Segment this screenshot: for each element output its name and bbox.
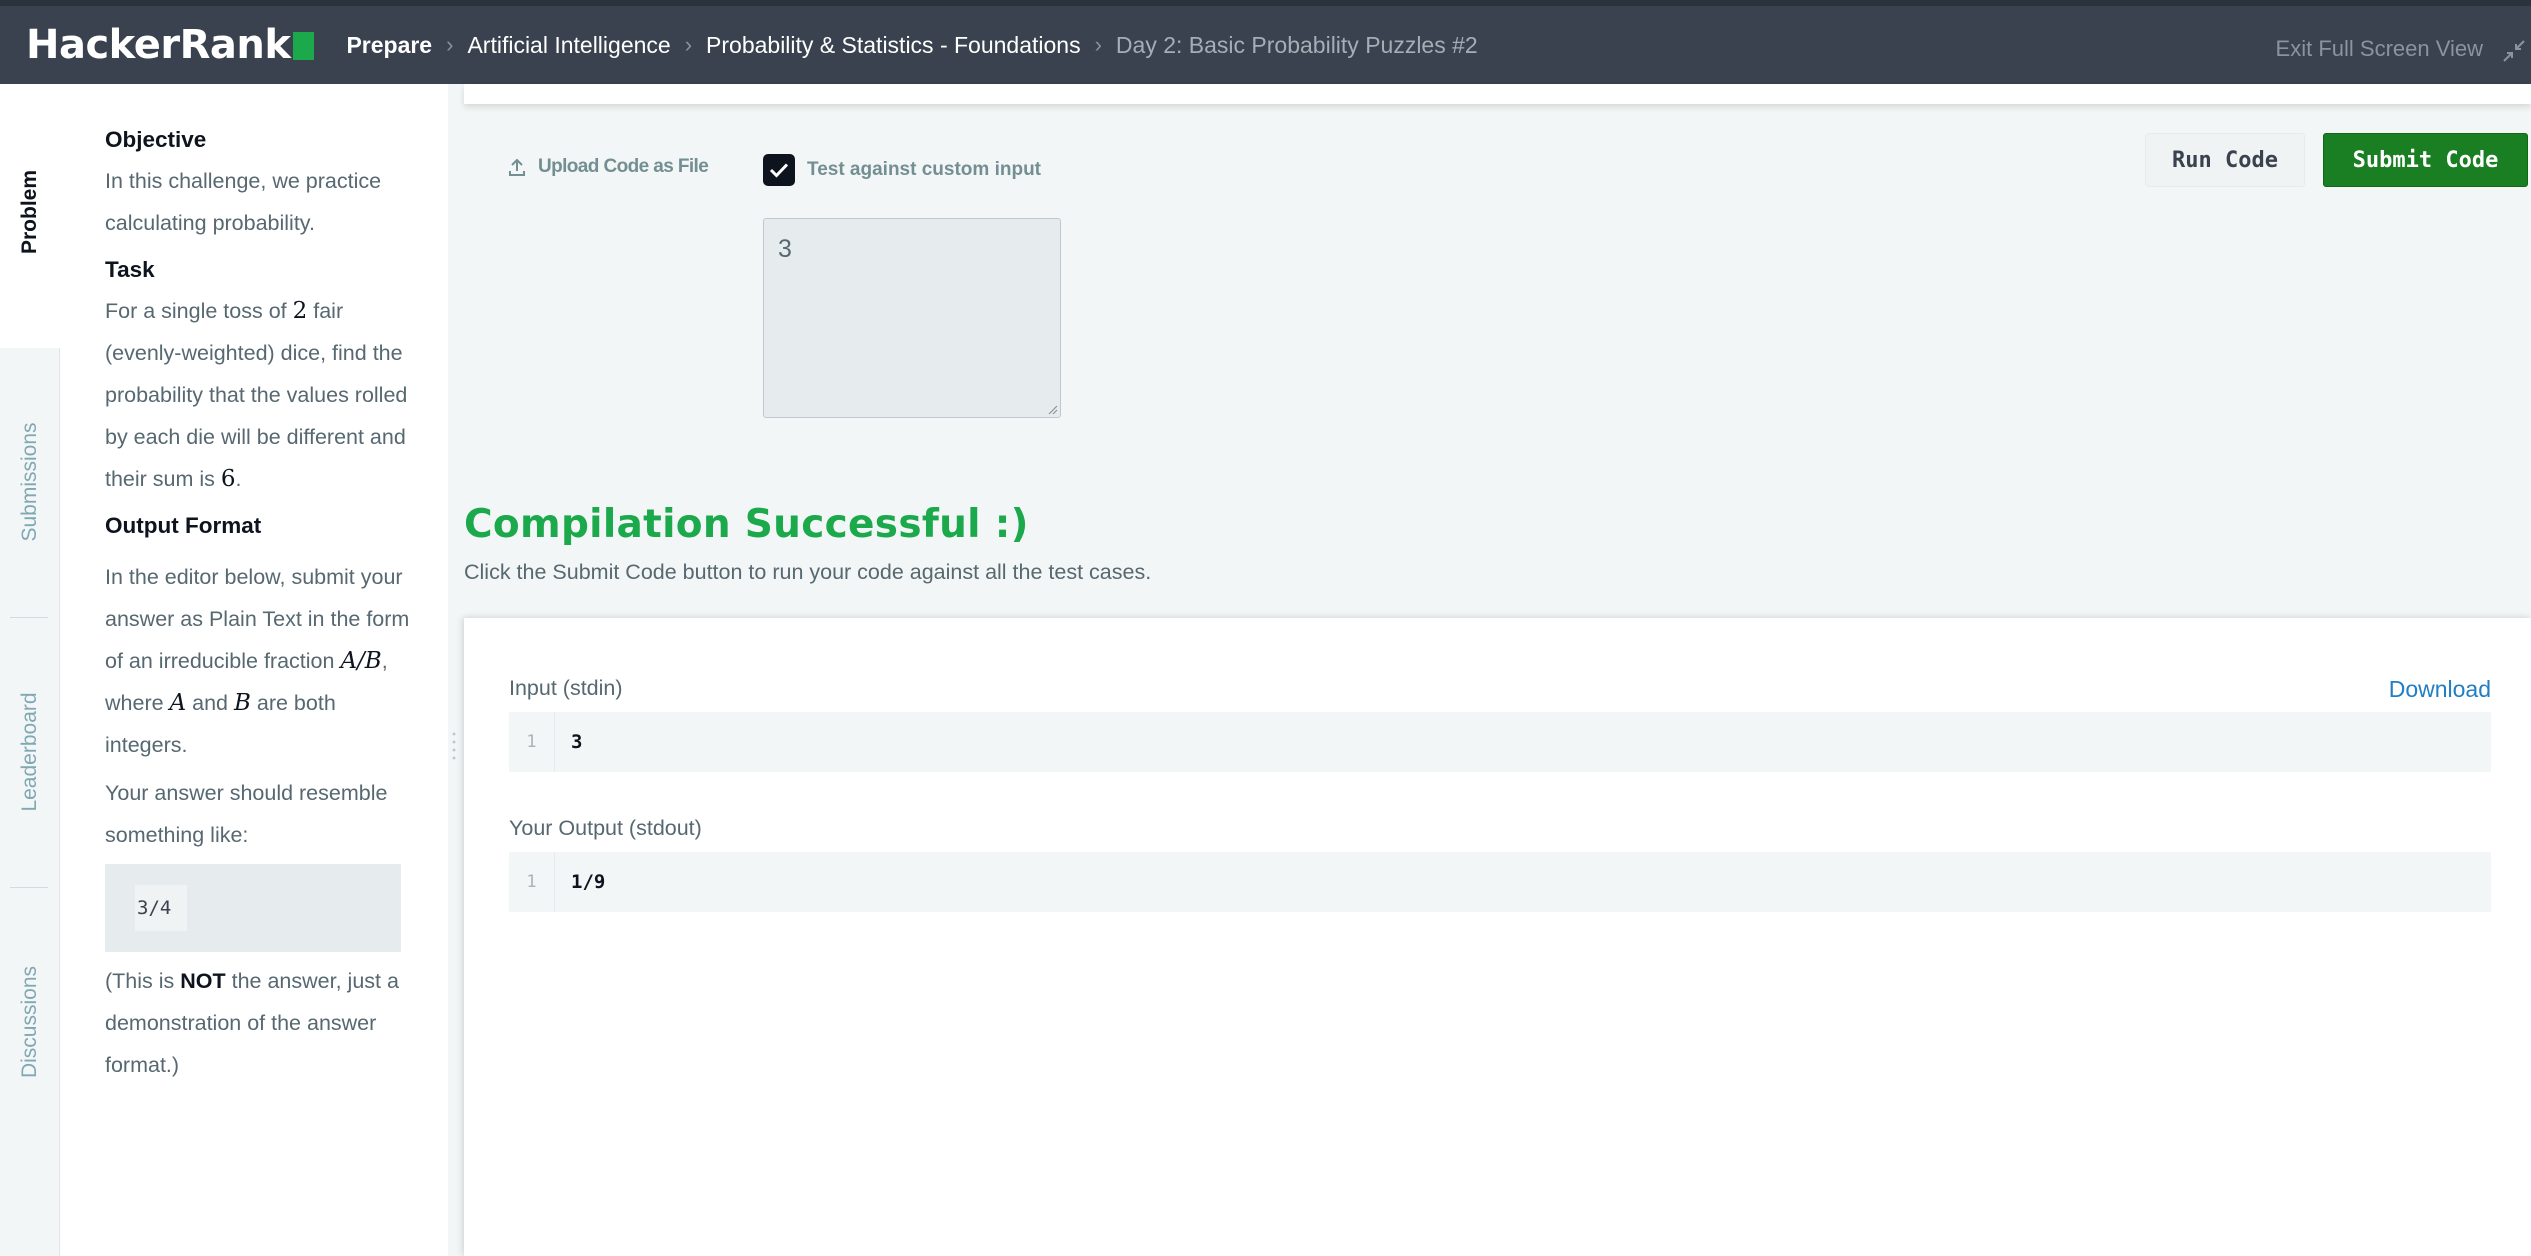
exit-fullscreen-icon[interactable] [2501,38,2527,64]
input-stdin-label: Input (stdin) [509,676,623,700]
chevron-right-icon: › [684,32,693,57]
submit-code-button[interactable]: Submit Code [2323,133,2528,187]
input-value: 3 [571,731,583,753]
math-sum: 6 [220,466,236,492]
custom-input-checkbox[interactable] [763,154,795,186]
run-code-button[interactable]: Run Code [2145,133,2305,187]
breadcrumb-prob-stats[interactable]: Probability & Statistics - Foundations [706,32,1081,59]
logo-text: HackerRank [26,22,291,68]
objective-heading: Objective [105,127,207,152]
top-navbar: HackerRank Prepare › Artificial Intellig… [0,0,2531,84]
output-format-heading: Output Format [105,513,262,538]
task-heading: Task [105,257,155,282]
editor-workspace: Upload Code as File Test against custom … [448,84,2531,1256]
math-dice-count: 2 [292,298,308,324]
task-text: For a single toss of 2 fair (evenly-weig… [105,298,408,492]
exit-fullscreen-link[interactable]: Exit Full Screen View [2276,36,2483,62]
math-fraction: A/B [340,648,382,674]
custom-input-toggle[interactable]: Test against custom input [763,154,1041,186]
resize-grip-icon[interactable] [1046,403,1058,415]
problem-tabs: Problem Submissions Leaderboard Discussi… [0,84,60,1256]
note-text: (This is NOT the answer, just a demonstr… [105,969,399,1077]
chevron-right-icon: › [446,32,454,57]
upload-icon [509,158,525,176]
tab-leaderboard[interactable]: Leaderboard [18,692,42,811]
upload-label: Upload Code as File [538,156,709,177]
math-a: A [169,690,187,716]
chevron-right-icon: › [1094,32,1102,57]
input-stdin-box: 1 3 [509,712,2491,772]
breadcrumb-ai[interactable]: Artificial Intelligence [467,32,670,59]
tab-divider [10,617,48,618]
custom-input-value: 3 [778,235,792,263]
output-format-text: In the editor below, submit your answer … [105,565,410,757]
breadcrumb-current: Day 2: Basic Probability Puzzles #2 [1115,31,1478,58]
breadcrumb-prepare[interactable]: Prepare [346,32,432,59]
example-answer: 3/4 [135,885,188,931]
custom-input-label: Test against custom input [807,159,1042,180]
code-editor-bottom-edge [464,84,2531,104]
tab-divider [10,887,48,888]
panel-drag-handle[interactable] [450,728,458,768]
download-link[interactable]: Download [2389,676,2491,703]
test-results-panel: Input (stdin) Download 1 3 Your Output (… [452,618,2531,1256]
logo-square [293,32,315,60]
hackerrank-logo[interactable]: HackerRank [26,22,315,68]
math-b: B [234,690,251,716]
output-stdout-label: Your Output (stdout) [509,816,702,840]
problem-statement: Objective In this challenge, we practice… [60,84,448,1256]
tab-problem[interactable]: Problem [18,170,42,254]
checkmark-icon [769,163,789,178]
upload-code-button[interactable]: Upload Code as File [508,156,709,178]
line-number: 1 [509,712,555,772]
objective-text: In this challenge, we practice calculati… [105,169,382,235]
breadcrumb: Prepare › Artificial Intelligence › Prob… [346,32,1477,59]
compilation-status-subtitle: Click the Submit Code button to run your… [464,560,1152,584]
output-stdout-box: 1 1/9 [509,852,2491,912]
custom-input-textarea[interactable]: 3 [763,218,1061,418]
tab-discussions[interactable]: Discussions [18,966,42,1078]
output-value: 1/9 [571,871,606,893]
compilation-status-title: Compilation Successful :) [464,502,1029,547]
resemble-text: Your answer should resemble something li… [105,781,388,847]
line-number: 1 [509,852,555,912]
example-answer-box: 3/4 [105,864,401,952]
tab-submissions[interactable]: Submissions [18,422,42,541]
